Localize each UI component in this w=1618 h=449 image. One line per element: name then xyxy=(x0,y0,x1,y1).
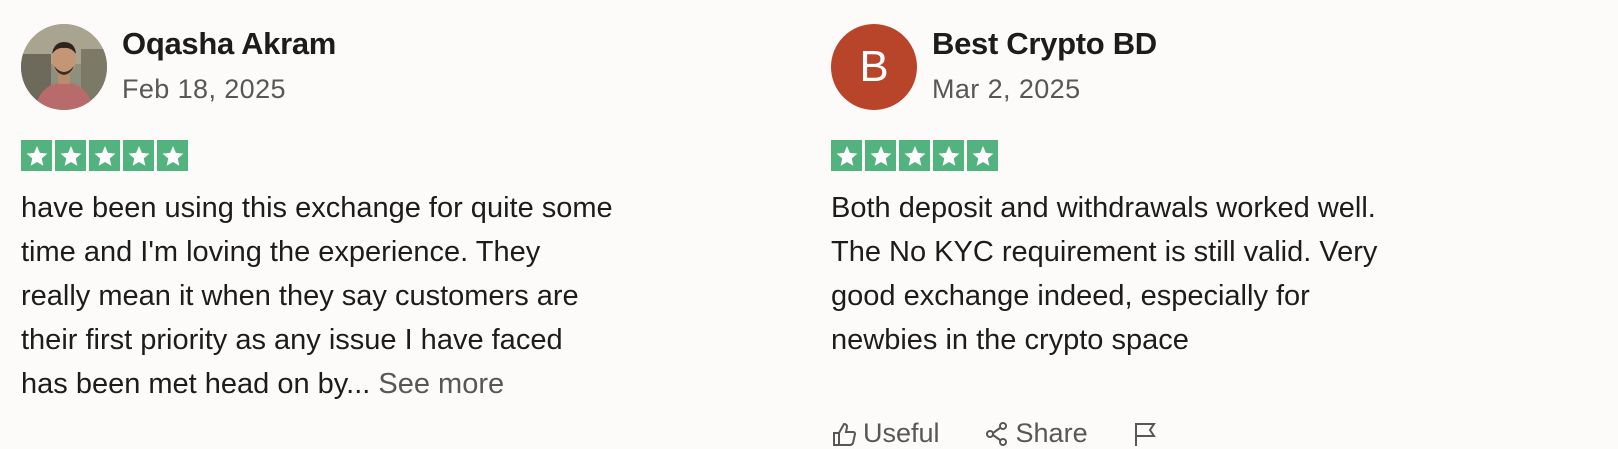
see-more-link[interactable]: See more xyxy=(378,368,504,400)
star-icon xyxy=(899,140,930,171)
review-text-line: Both deposit and withdrawals worked well… xyxy=(831,192,1376,224)
review-text-line: time and I'm loving the experience. They xyxy=(21,236,541,268)
star-icon xyxy=(123,140,154,171)
review-text-line: their first priority as any issue I have… xyxy=(21,324,563,356)
reviewer-name[interactable]: Oqasha Akram xyxy=(122,26,336,62)
star-icon xyxy=(831,140,862,171)
review-text-last-line: has been met head on by... See more xyxy=(21,362,721,406)
share-label: Share xyxy=(1015,418,1088,448)
flag-icon xyxy=(1134,422,1156,446)
review-text-line: The No KYC requirement is still valid. V… xyxy=(831,236,1378,268)
review-text-line: have been using this exchange for quite … xyxy=(21,192,613,224)
review-actions: Useful Share xyxy=(831,418,1204,449)
review-date: Mar 2, 2025 xyxy=(932,74,1081,104)
thumbs-up-icon xyxy=(833,422,857,446)
review-text: Both deposit and withdrawals worked well… xyxy=(831,186,1531,362)
review-date: Feb 18, 2025 xyxy=(122,74,286,104)
avatar[interactable] xyxy=(21,24,107,110)
review-text-line: newbies in the crypto space xyxy=(831,324,1189,356)
flag-button[interactable] xyxy=(1132,420,1160,448)
review-text: have been using this exchange for quite … xyxy=(21,186,721,406)
useful-button[interactable]: Useful xyxy=(831,418,940,449)
star-icon xyxy=(967,140,998,171)
share-button[interactable]: Share xyxy=(984,418,1088,449)
review-text-line: good exchange indeed, especially for xyxy=(831,280,1310,312)
star-rating xyxy=(831,140,998,171)
star-icon xyxy=(933,140,964,171)
star-icon xyxy=(21,140,52,171)
share-icon xyxy=(985,421,1007,446)
avatar[interactable]: B xyxy=(831,24,917,110)
star-rating xyxy=(21,140,188,171)
review-card: B Best Crypto BD Mar 2, 2025 Both deposi… xyxy=(831,0,1551,449)
star-icon xyxy=(157,140,188,171)
review-text-truncated: has been met head on by... xyxy=(21,368,371,400)
star-icon xyxy=(865,140,896,171)
useful-label: Useful xyxy=(863,418,940,448)
star-icon xyxy=(89,140,120,171)
review-card: Oqasha Akram Feb 18, 2025 have been usin… xyxy=(21,0,741,446)
review-text-line: really mean it when they say customers a… xyxy=(21,280,579,312)
star-icon xyxy=(55,140,86,171)
reviewer-name[interactable]: Best Crypto BD xyxy=(932,26,1157,62)
